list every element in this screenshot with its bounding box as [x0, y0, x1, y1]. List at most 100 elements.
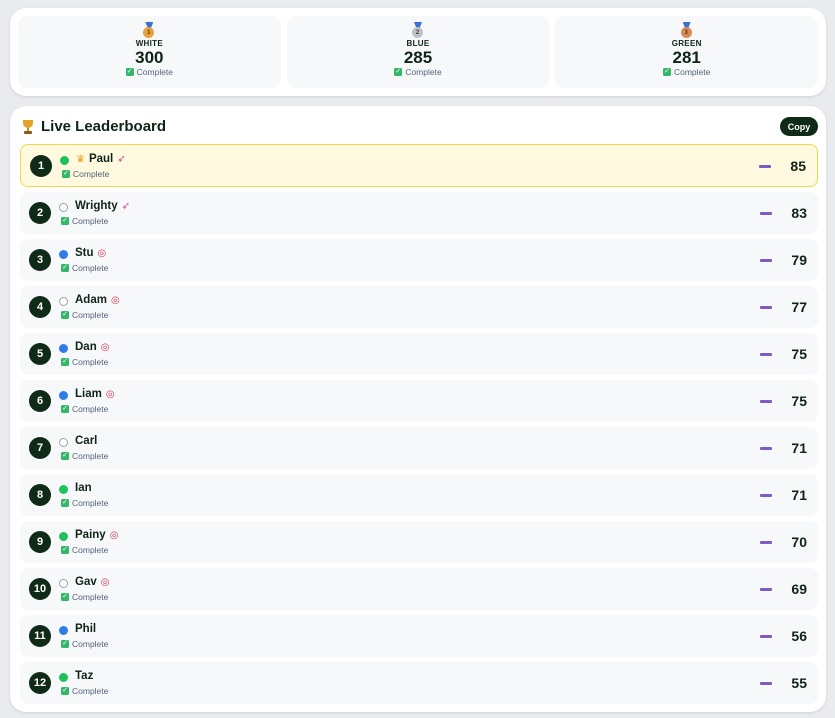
team-card-blue: 2 BLUE 285 ✓ Complete [286, 16, 550, 88]
status-badge: ✓ Complete [61, 310, 109, 320]
player-score: 55 [791, 675, 807, 691]
rocket-icon: ➶ [117, 153, 126, 165]
rocket-icon: ➶ [121, 200, 130, 212]
team-dot-icon [59, 673, 68, 682]
team-dot-icon [59, 344, 68, 353]
check-icon: ✓ [61, 593, 69, 601]
leaderboard-row[interactable]: 11 Phil ✓ Complete 56 [20, 615, 818, 657]
leaderboard-card: Live Leaderboard Copy 1 ♛ Paul ➶ ✓ Complete 85… [10, 106, 826, 712]
player-name: Paul [88, 153, 114, 165]
team-name: GREEN [671, 39, 702, 48]
team-dot-icon [59, 250, 68, 259]
player-name-line: ♛ Paul ➶ [76, 153, 126, 165]
gold-medal-icon: 1 [143, 22, 155, 38]
player-name-line: Liam ◎ [75, 388, 115, 400]
team-totals-card: 1 WHITE 300 ✓ Complete 2 BLUE 285 ✓ Comple… [10, 8, 826, 96]
rank-badge: 9 [29, 531, 51, 553]
copy-button[interactable]: Copy [780, 117, 818, 136]
trophy-icon [22, 119, 34, 134]
status-badge: ✓ Complete [61, 451, 109, 461]
leaderboard-row[interactable]: 4 Adam ◎ ✓ Complete 77 [20, 286, 818, 328]
player-name: Adam [75, 294, 107, 306]
check-icon: ✓ [61, 311, 69, 319]
check-icon: ✓ [61, 217, 69, 225]
trend-flat-icon [760, 494, 772, 497]
status-badge: ✓ Complete [61, 639, 109, 649]
status-badge: ✓ Complete [61, 216, 109, 226]
status-badge: ✓ Complete [61, 498, 109, 508]
player-name: Carl [75, 435, 98, 447]
leaderboard-row[interactable]: 7 Carl ✓ Complete 71 [20, 427, 818, 469]
trend-flat-icon [760, 212, 772, 215]
check-icon: ✓ [61, 546, 69, 554]
team-dot-icon [59, 532, 68, 541]
team-dot-icon [60, 156, 69, 165]
player-name: Gav [75, 576, 97, 588]
player-score: 85 [790, 158, 806, 174]
rank-badge: 1 [30, 155, 52, 177]
check-icon: ✓ [662, 68, 671, 76]
trend-flat-icon [760, 682, 772, 685]
status-badge: ✓ Complete [61, 592, 109, 602]
player-score: 79 [791, 252, 807, 268]
team-dot-icon [59, 579, 68, 588]
rank-badge: 3 [29, 249, 51, 271]
leaderboard-row[interactable]: 1 ♛ Paul ➶ ✓ Complete 85 [20, 144, 818, 187]
trend-flat-icon [760, 541, 772, 544]
player-name-line: Taz [75, 670, 93, 682]
rank-badge: 2 [29, 202, 51, 224]
leaderboard-row[interactable]: 10 Gav ◎ ✓ Complete 69 [20, 568, 818, 610]
team-card-green: 3 GREEN 281 ✓ Complete [555, 16, 819, 88]
player-score: 56 [791, 628, 807, 644]
status-badge: ✓ Complete [61, 545, 109, 555]
team-dot-icon [59, 438, 68, 447]
player-score: 77 [791, 299, 807, 315]
target-icon: ◎ [97, 247, 107, 259]
target-icon: ◎ [110, 294, 120, 306]
trend-flat-icon [759, 165, 771, 168]
leaderboard-row[interactable]: 12 Taz ✓ Complete 55 [20, 662, 818, 704]
player-name: Dan [75, 341, 97, 353]
rank-badge: 10 [29, 578, 51, 600]
team-score: 300 [135, 48, 164, 67]
player-name: Wrighty [75, 200, 118, 212]
leaderboard-row[interactable]: 6 Liam ◎ ✓ Complete 75 [20, 380, 818, 422]
player-name-line: Ian [75, 482, 92, 494]
leaderboard-row[interactable]: 2 Wrighty ➶ ✓ Complete 83 [20, 192, 818, 234]
trend-flat-icon [760, 588, 772, 591]
leaderboard-row[interactable]: 5 Dan ◎ ✓ Complete 75 [20, 333, 818, 375]
target-icon: ◎ [105, 388, 115, 400]
leaderboard-row[interactable]: 8 Ian ✓ Complete 71 [20, 474, 818, 516]
leaderboard-row[interactable]: 3 Stu ◎ ✓ Complete 79 [20, 239, 818, 281]
player-name: Liam [75, 388, 102, 400]
rank-badge: 5 [29, 343, 51, 365]
trend-flat-icon [760, 306, 772, 309]
rank-badge: 11 [29, 625, 51, 647]
player-name-line: Phil [75, 623, 96, 635]
player-name: Phil [75, 623, 97, 635]
leaderboard-list: 1 ♛ Paul ➶ ✓ Complete 85 2 Wrighty ➶ ✓ Complete 83 3 S… [20, 144, 818, 709]
target-icon: ◎ [100, 576, 110, 588]
status-badge: ✓ Complete [62, 169, 110, 179]
check-icon: ✓ [61, 499, 69, 507]
leaderboard-header: Live Leaderboard [22, 118, 166, 135]
team-dot-icon [59, 297, 68, 306]
player-name: Ian [75, 482, 92, 494]
player-name-line: Wrighty ➶ [75, 200, 130, 212]
player-name-line: Carl [75, 435, 97, 447]
check-icon: ✓ [61, 452, 69, 460]
player-name-line: Gav ◎ [75, 576, 109, 588]
team-score: 285 [403, 48, 433, 67]
bronze-medal-icon: 3 [680, 22, 693, 38]
trend-flat-icon [760, 259, 772, 262]
leaderboard-row[interactable]: 9 Painy ◎ ✓ Complete 70 [20, 521, 818, 563]
rank-badge: 8 [29, 484, 51, 506]
player-name-line: Painy ◎ [75, 529, 118, 541]
team-name: BLUE [406, 39, 430, 48]
status-badge: ✓ Complete [61, 404, 109, 414]
check-icon: ✓ [61, 687, 69, 695]
player-score: 83 [791, 205, 807, 221]
status-badge: ✓ Complete [125, 67, 174, 77]
team-score: 281 [672, 48, 701, 67]
team-dot-icon [59, 626, 68, 635]
